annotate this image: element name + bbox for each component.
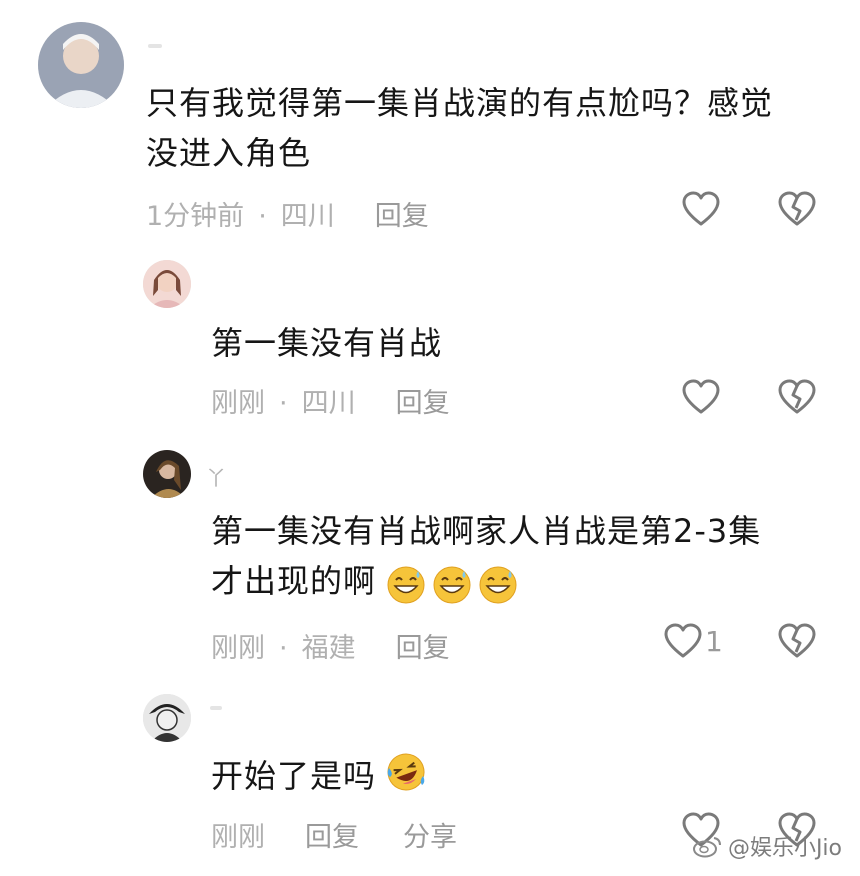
grinning-sweat-emoji xyxy=(478,565,518,605)
reply-button[interactable]: 回复 xyxy=(396,388,450,419)
broken-heart-icon[interactable] xyxy=(777,622,817,662)
avatar[interactable] xyxy=(143,694,191,742)
separator-dot: · xyxy=(279,388,288,419)
avatar[interactable] xyxy=(143,450,191,498)
heart-outline-icon[interactable] xyxy=(681,190,721,230)
separator-dot: · xyxy=(258,201,267,232)
heart-outline-icon[interactable] xyxy=(663,622,703,662)
comment-time: 1分钟前 xyxy=(146,201,245,232)
comment-text: 开始了是吗 xyxy=(211,757,377,795)
comment-time: 刚刚 xyxy=(211,633,265,664)
avatar[interactable] xyxy=(143,260,191,308)
comment-meta: 刚刚 · 福建 回复 xyxy=(211,626,450,665)
comment-location: 福建 xyxy=(301,633,356,664)
comment-text: 第一集没有肖战 xyxy=(211,324,443,362)
grinning-sweat-emoji xyxy=(432,565,472,605)
comment-location: 四川 xyxy=(301,388,356,419)
heart-outline-icon[interactable] xyxy=(681,378,721,418)
comment-location: 四川 xyxy=(280,201,335,232)
comment-time: 刚刚 xyxy=(211,822,265,853)
grinning-sweat-emoji xyxy=(386,565,426,605)
reply-button[interactable]: 回复 xyxy=(375,201,429,232)
username-placeholder[interactable] xyxy=(210,706,222,710)
broken-heart-icon[interactable] xyxy=(777,190,817,230)
comment-text: 只有我觉得第一集肖战演的有点尬吗？感觉 没进入角色 xyxy=(146,84,774,172)
comment-meta: 刚刚 · 四川 回复 xyxy=(211,381,450,420)
broken-heart-icon[interactable] xyxy=(777,378,817,418)
watermark-text: @娱乐小Jio xyxy=(727,836,842,861)
username-placeholder[interactable] xyxy=(148,44,162,48)
weibo-logo-icon xyxy=(692,834,722,858)
reply-button[interactable]: 回复 xyxy=(305,822,359,853)
comment-meta: 刚刚 回复 分享 xyxy=(211,815,457,854)
weibo-watermark: @娱乐小Jio xyxy=(692,830,842,862)
avatar[interactable] xyxy=(38,22,124,108)
reply-button[interactable]: 回复 xyxy=(396,633,450,664)
comment-time: 刚刚 xyxy=(211,388,265,419)
rofl-emoji xyxy=(386,752,426,792)
like-count: 1 xyxy=(705,625,723,658)
comment-meta: 1分钟前 · 四川 回复 xyxy=(146,194,429,233)
username[interactable]: 丫 xyxy=(206,462,226,491)
separator-dot: · xyxy=(279,633,288,664)
share-button[interactable]: 分享 xyxy=(403,822,457,853)
